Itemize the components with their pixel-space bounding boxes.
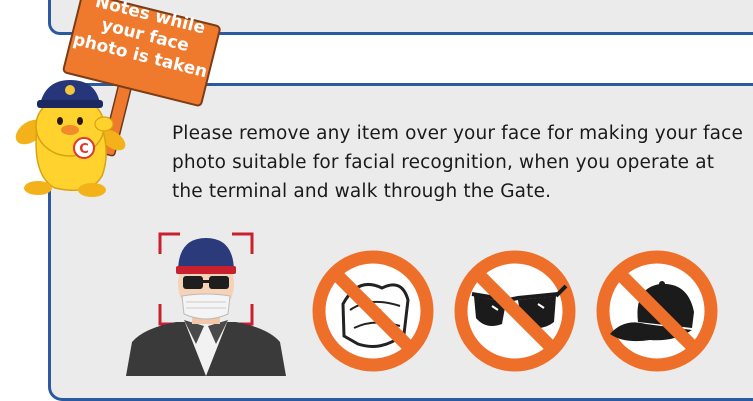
face-recognition-person-illustration bbox=[126, 232, 286, 376]
no-sunglasses-icon bbox=[454, 250, 576, 372]
no-cap-icon bbox=[596, 250, 718, 372]
instruction-text: Please remove any item over your face fo… bbox=[172, 123, 743, 202]
mascot: C bbox=[15, 80, 126, 197]
svg-text:C: C bbox=[79, 142, 89, 157]
no-mask-icon bbox=[312, 250, 434, 372]
